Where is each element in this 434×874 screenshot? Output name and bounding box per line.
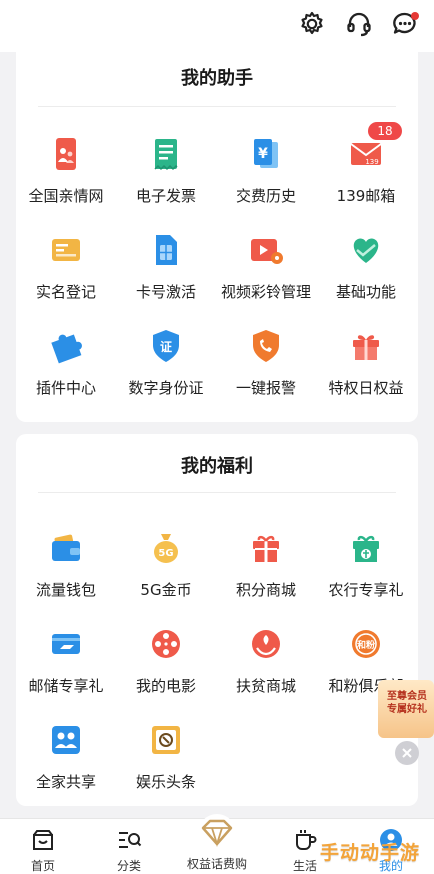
welfare-item-label: 积分商城 — [235, 581, 296, 599]
home-icon — [30, 827, 56, 853]
welfare-item-poverty-mall[interactable]: 扶贫商城 — [216, 614, 316, 704]
watermark-text: 手动动手游 — [320, 842, 421, 864]
svg-text:139: 139 — [365, 158, 378, 166]
welfare-item-label: 我的电影 — [135, 677, 196, 695]
notification-dot — [411, 12, 419, 20]
payment-history-icon: ¥ — [246, 134, 286, 174]
welfare-item-entertainment-news[interactable]: 娱乐头条 — [116, 710, 216, 800]
sim-card-icon — [146, 230, 186, 270]
assistant-item-label: 电子发票 — [135, 187, 196, 205]
assistant-item-digital-id[interactable]: 证 数字身份证 — [116, 316, 216, 406]
mail-count-badge: 18 — [368, 122, 402, 140]
svg-text:和粉: 和粉 — [356, 639, 375, 651]
svg-text:证: 证 — [160, 340, 172, 354]
alarm-shield-icon — [246, 326, 286, 366]
club-icon: 和粉 — [346, 624, 386, 664]
nav-benefits[interactable]: 权益话费购 — [174, 814, 260, 874]
id-card-icon — [46, 230, 86, 270]
divider — [38, 106, 396, 107]
nav-label: 首页 — [30, 859, 55, 873]
assistant-item-privilege-day[interactable]: 特权日权益 — [316, 316, 416, 406]
assistant-item-mail[interactable]: 139 18 139邮箱 — [316, 122, 416, 214]
puzzle-icon — [46, 326, 86, 366]
welfare-item-label: 农行专享礼 — [328, 581, 404, 599]
assistant-item-family-network[interactable]: 全国亲情网 — [16, 124, 116, 214]
assistant-item-sim-card[interactable]: 卡号激活 — [116, 220, 216, 310]
message-icon[interactable] — [389, 8, 421, 40]
assistant-item-plugin-center[interactable]: 插件中心 — [16, 316, 116, 406]
nav-label: 分类 — [116, 859, 141, 873]
assistant-item-label: 一键报警 — [235, 379, 296, 397]
assistant-item-video-ringtone[interactable]: 视频彩铃管理 — [216, 220, 316, 310]
category-icon — [116, 827, 142, 853]
assistant-item-one-key-alarm[interactable]: 一键报警 — [216, 316, 316, 406]
bank-gift-icon — [346, 528, 386, 568]
assistant-item-label: 基础功能 — [335, 283, 396, 301]
nav-label: 生活 — [292, 859, 317, 873]
diamond-icon — [194, 813, 240, 853]
welfare-item-my-movies[interactable]: 我的电影 — [116, 614, 216, 704]
coin-bag-icon: 5G — [146, 528, 186, 568]
post-card-icon — [46, 624, 86, 664]
wallet-icon — [46, 528, 86, 568]
assistant-item-invoice[interactable]: 电子发票 — [116, 124, 216, 214]
family-share-icon — [46, 720, 86, 760]
assistant-title: 我的助手 — [181, 68, 253, 89]
assistant-card: 我的助手 全国亲情网 电子发票 ¥ 交费历史 139 18 139邮箱 实名登记 — [16, 52, 418, 422]
welfare-item-label: 流量钱包 — [35, 581, 96, 599]
assistant-item-label: 插件中心 — [35, 379, 96, 397]
welfare-card: 我的福利 流量钱包 5G 5G金币 积分商城 农行专享礼 邮储专享礼 我的电影 … — [16, 434, 418, 806]
headset-icon[interactable] — [343, 8, 375, 40]
cup-icon — [292, 827, 318, 853]
entertainment-news-icon — [146, 720, 186, 760]
welfare-item-label: 扶贫商城 — [235, 677, 296, 695]
nav-home[interactable]: 首页 — [0, 819, 86, 874]
assistant-item-label: 实名登记 — [35, 283, 96, 301]
certificate-icon: 证 — [146, 326, 186, 366]
welfare-item-data-wallet[interactable]: 流量钱包 — [16, 518, 116, 608]
invoice-icon — [146, 134, 186, 174]
mail-icon: 139 18 — [346, 122, 402, 174]
welfare-item-label: 娱乐头条 — [135, 773, 196, 791]
heart-hand-icon — [346, 230, 386, 270]
nav-label: 权益话费购 — [186, 857, 247, 871]
assistant-item-label: 卡号激活 — [135, 283, 196, 301]
welfare-item-points-mall[interactable]: 积分商城 — [216, 518, 316, 608]
assistant-item-label: 数字身份证 — [128, 379, 204, 397]
floating-promo-banner[interactable]: 至尊会员 专属好礼 — [378, 680, 434, 738]
assistant-item-label: 全国亲情网 — [28, 187, 104, 205]
assistant-item-basic-functions[interactable]: 基础功能 — [316, 220, 416, 310]
welfare-item-label: 邮储专享礼 — [28, 677, 104, 695]
nav-category[interactable]: 分类 — [86, 819, 172, 874]
assistant-item-id-card[interactable]: 实名登记 — [16, 220, 116, 310]
close-icon[interactable] — [395, 741, 419, 765]
assistant-item-payment-history[interactable]: ¥ 交费历史 — [216, 124, 316, 214]
welfare-item-family-share[interactable]: 全家共享 — [16, 710, 116, 800]
charity-icon — [246, 624, 286, 664]
video-ringtone-icon — [246, 230, 286, 270]
assistant-item-label: 特权日权益 — [328, 379, 404, 397]
svg-text:5G: 5G — [158, 548, 173, 559]
assistant-item-label: 视频彩铃管理 — [220, 283, 311, 301]
gear-icon[interactable] — [296, 8, 328, 40]
gift-box-icon — [346, 326, 386, 366]
family-network-icon — [46, 134, 86, 174]
welfare-item-label: 5G金币 — [140, 581, 192, 599]
assistant-item-label: 交费历史 — [235, 187, 296, 205]
floating-promo-text: 至尊会员 专属好礼 — [387, 691, 427, 715]
welfare-title: 我的福利 — [181, 456, 253, 477]
assistant-item-label: 139邮箱 — [336, 187, 396, 205]
points-gift-icon — [246, 528, 286, 568]
divider — [38, 492, 396, 493]
welfare-item-label: 全家共享 — [35, 773, 96, 791]
film-reel-icon — [146, 624, 186, 664]
welfare-item-psbc-gift[interactable]: 邮储专享礼 — [16, 614, 116, 704]
svg-text:¥: ¥ — [258, 146, 268, 162]
welfare-item-5g-coin[interactable]: 5G 5G金币 — [116, 518, 216, 608]
top-bar — [0, 0, 434, 52]
welfare-item-abc-gift[interactable]: 农行专享礼 — [316, 518, 416, 608]
